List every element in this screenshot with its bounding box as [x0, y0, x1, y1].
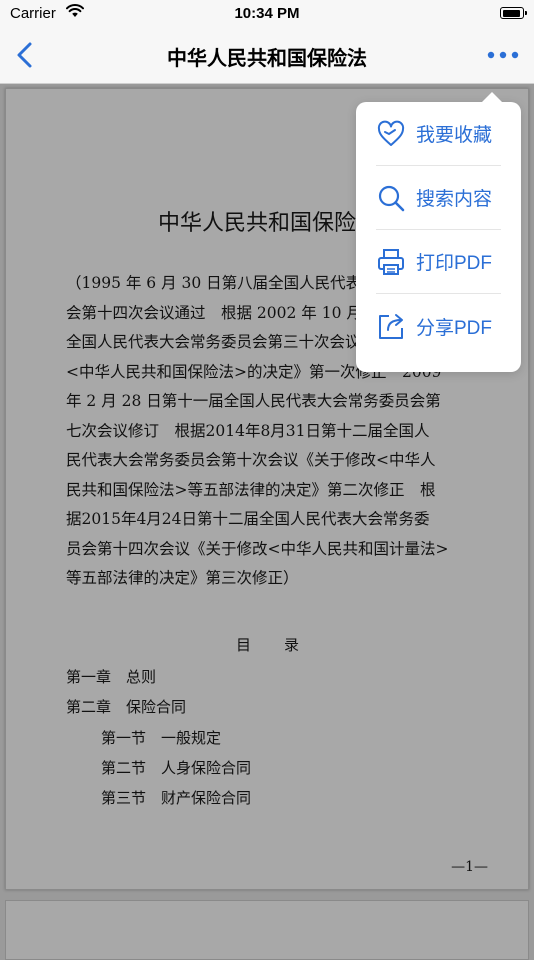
toc-title: 人身保险合同 [161, 759, 252, 777]
toc-entry: 第二节 人身保险合同 [101, 757, 251, 778]
options-popover-menu: 我要收藏 搜索内容 打印PDF 分享PDF [356, 92, 521, 372]
menu-item-print-pdf[interactable]: 打印PDF [376, 230, 501, 294]
clock-label: 10:34 PM [234, 5, 300, 22]
toc-entry: 第二章 保险合同 [66, 696, 186, 717]
menu-item-label: 搜索内容 [416, 189, 493, 210]
menu-item-label: 打印PDF [416, 253, 493, 274]
menu-item-favorite[interactable]: 我要收藏 [376, 102, 501, 166]
toc-number: 第一节 [101, 729, 147, 747]
toc-entry: 第一节 一般规定 [101, 727, 221, 748]
intro-line: 民代表大会常务委员会第十次会议《关于修改<中华人 [66, 451, 436, 469]
menu-item-search[interactable]: 搜索内容 [376, 166, 501, 230]
intro-line: 民共和国保险法>等五部法律的决定》第二次修正 根 [66, 480, 436, 499]
toc-title: 总则 [126, 668, 157, 686]
toc-title: 保险合同 [126, 698, 187, 716]
share-icon [376, 311, 406, 341]
toc-title: 财产保险合同 [161, 789, 252, 807]
intro-line: 据2015年4月24日第十二届全国人民代表大会常务委 [66, 510, 430, 528]
menu-item-share-pdf[interactable]: 分享PDF [376, 294, 501, 358]
printer-icon [376, 247, 406, 277]
intro-line: 等五部法律的决定》第三次修正） [66, 569, 299, 587]
toc-number: 第二章 [66, 698, 112, 716]
menu-item-label: 我要收藏 [416, 125, 493, 146]
battery-icon [500, 7, 527, 19]
toc-heading: 目 录 [235, 636, 300, 654]
heart-icon [376, 119, 406, 149]
status-bar: Carrier 10:34 PM [0, 0, 534, 28]
more-options-icon[interactable] [486, 46, 520, 64]
next-document-page[interactable] [5, 900, 529, 960]
intro-line: 年 2 月 28 日第十一届全国人民代表大会常务委员会第 [66, 392, 441, 410]
toc-number: 第一章 [66, 668, 112, 686]
menu-item-label: 分享PDF [416, 317, 493, 339]
search-icon [376, 183, 406, 213]
page-number: —1— [451, 859, 488, 875]
toc-title: 一般规定 [161, 729, 222, 747]
intro-line: 七次会议修订 根据2014年8月31日第十二届全国人 [66, 421, 430, 440]
toc-number: 第二节 [101, 759, 147, 777]
page-title: 中华人民共和国保险法 [167, 48, 367, 70]
intro-line: 员会第十四次会议《关于修改<中华人民共和国计量法> [66, 539, 449, 558]
navigation-bar: 中华人民共和国保险法 [0, 28, 534, 84]
toc-number: 第三节 [101, 789, 147, 807]
toc-entry: 第一章 总则 [66, 666, 156, 687]
toc-entry: 第三节 财产保险合同 [101, 787, 251, 808]
